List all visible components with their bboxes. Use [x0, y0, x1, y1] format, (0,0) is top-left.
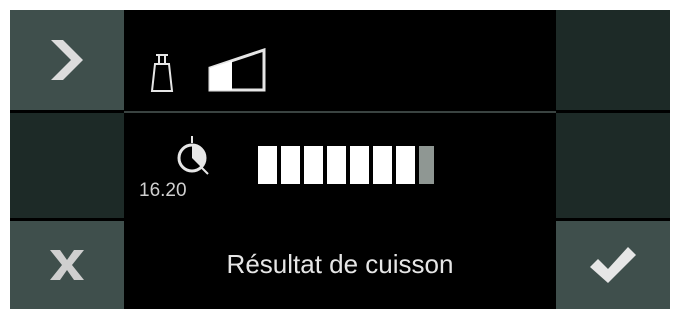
progress-segment [258, 146, 277, 184]
left-panel-blank [10, 113, 124, 218]
x-icon [50, 250, 84, 280]
progress-segment [350, 146, 369, 184]
right-panel-mid-blank [556, 113, 670, 218]
ramp-level-icon [208, 48, 266, 92]
progress-segment [396, 146, 415, 184]
weight-icon [150, 54, 174, 92]
cooking-progress-row: 16.20 [124, 113, 556, 218]
progress-segment [281, 146, 300, 184]
status-row: Résultat de cuisson [124, 221, 556, 309]
right-panel-top-blank [556, 10, 670, 110]
timer-icon [177, 136, 209, 175]
progress-segment [327, 146, 346, 184]
progress-bar [258, 146, 434, 184]
progress-segment [373, 146, 392, 184]
remaining-time: 16.20 [139, 180, 187, 201]
next-button[interactable] [10, 10, 124, 110]
progress-segment-partial [419, 146, 434, 184]
status-label: Résultat de cuisson [226, 248, 454, 279]
oven-display: 16.20 Résultat de cuisson [10, 10, 670, 309]
confirm-button[interactable] [556, 221, 670, 309]
chevron-right-icon [51, 40, 83, 80]
progress-segment [304, 146, 323, 184]
settings-row [124, 10, 556, 110]
cancel-button[interactable] [10, 221, 124, 309]
checkmark-icon [590, 247, 636, 283]
